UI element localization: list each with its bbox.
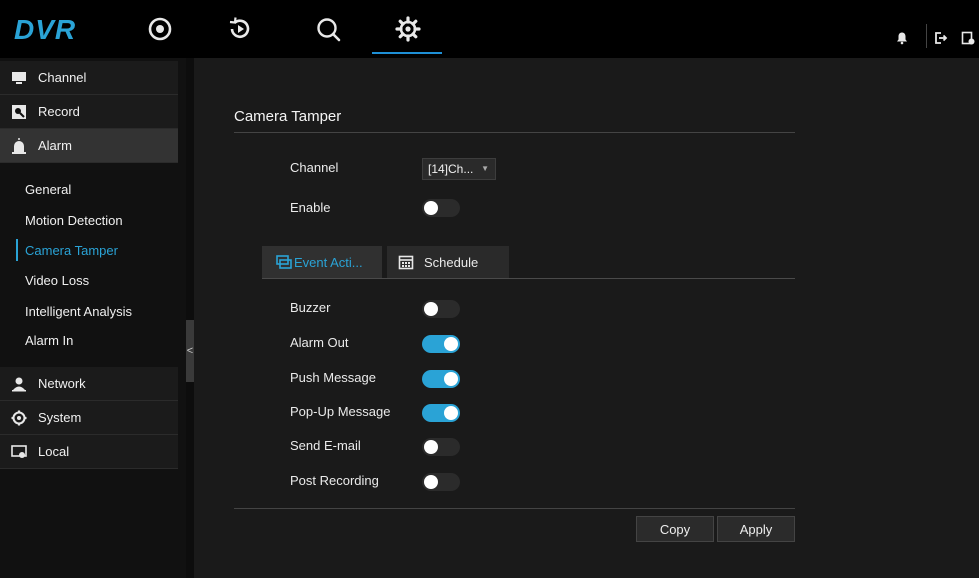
- enable-label: Enable: [290, 200, 331, 215]
- sidebar-item-local[interactable]: Local: [0, 435, 178, 469]
- settings-button[interactable]: [393, 14, 423, 44]
- alarm-icon: [11, 137, 27, 154]
- user-network-icon: [11, 376, 27, 392]
- send-email-label: Send E-mail: [290, 438, 361, 453]
- sidebar-item-network[interactable]: Network: [0, 367, 178, 401]
- record-icon: [11, 104, 27, 120]
- pop-up-message-label: Pop-Up Message: [290, 404, 391, 419]
- search-icon: [317, 18, 341, 42]
- app-logo: DVR: [14, 14, 77, 45]
- buzzer-toggle[interactable]: [422, 300, 460, 318]
- tab-divider: [262, 278, 795, 279]
- sidebar-subitem-video-loss[interactable]: Video Loss: [18, 269, 178, 291]
- chevron-down-icon: ▼: [481, 164, 489, 173]
- channel-label: Channel: [290, 160, 339, 175]
- active-tab-indicator: [372, 52, 442, 54]
- sidebar-item-label: System: [38, 410, 82, 425]
- top-bar: DVR: [0, 0, 979, 58]
- enable-toggle[interactable]: [422, 199, 460, 217]
- post-recording-toggle[interactable]: [422, 473, 460, 491]
- live-view-button[interactable]: [145, 14, 175, 44]
- copy-button[interactable]: Copy: [636, 516, 714, 542]
- target-icon: [148, 17, 172, 41]
- sidebar-item-label: Record: [38, 104, 80, 119]
- send-email-toggle[interactable]: [422, 438, 460, 456]
- sidebar: Channel Record Alarm General Motion Dete…: [0, 58, 186, 578]
- tab-label: Schedule: [424, 254, 479, 270]
- sidebar-subitem-label: Motion Detection: [25, 212, 123, 228]
- footer-divider: [234, 508, 795, 509]
- bell-icon: [897, 32, 907, 45]
- playback-icon: [229, 17, 250, 38]
- channel-select-value: [14]Ch...: [428, 162, 474, 176]
- logout-button[interactable]: [934, 31, 948, 45]
- tab-event-action[interactable]: Event Acti...: [262, 246, 382, 278]
- push-message-toggle[interactable]: [422, 370, 460, 388]
- event-action-icon: [276, 255, 292, 269]
- alarm-out-label: Alarm Out: [290, 335, 349, 350]
- main-panel: Camera Tamper Channel [14]Ch... ▼ Enable…: [194, 58, 979, 578]
- monitor-icon: [11, 70, 27, 86]
- sidebar-item-label: Network: [38, 376, 86, 391]
- sidebar-subitem-motion-detection[interactable]: Motion Detection: [18, 209, 178, 231]
- sidebar-subitem-alarm-in[interactable]: Alarm In: [18, 329, 178, 351]
- sidebar-item-label: Channel: [38, 70, 87, 85]
- sidebar-item-alarm[interactable]: Alarm: [0, 129, 178, 163]
- help-icon: [961, 31, 975, 45]
- title-divider: [234, 132, 795, 133]
- tab-schedule[interactable]: Schedule: [387, 246, 509, 278]
- page-title: Camera Tamper: [234, 108, 342, 125]
- playback-button[interactable]: [225, 14, 255, 44]
- gear-icon: [11, 410, 27, 426]
- local-icon: [11, 444, 27, 460]
- alarm-out-toggle[interactable]: [422, 335, 460, 353]
- sidebar-subitem-label: Video Loss: [25, 272, 90, 288]
- sidebar-item-record[interactable]: Record: [0, 95, 178, 129]
- sidebar-subitem-label: Intelligent Analysis: [25, 303, 132, 319]
- search-button[interactable]: [313, 14, 343, 44]
- sidebar-item-label: Local: [38, 444, 70, 459]
- sidebar-item-channel[interactable]: Channel: [0, 61, 178, 95]
- sidebar-subitem-intelligent-analysis[interactable]: Intelligent Analysis: [18, 300, 178, 322]
- sidebar-collapse-handle[interactable]: <: [186, 320, 194, 382]
- push-message-label: Push Message: [290, 370, 376, 385]
- sidebar-subitem-general[interactable]: General: [18, 178, 178, 200]
- apply-button[interactable]: Apply: [717, 516, 795, 542]
- sidebar-item-label: Alarm: [38, 138, 72, 153]
- pop-up-message-toggle[interactable]: [422, 404, 460, 422]
- channel-select[interactable]: [14]Ch... ▼: [422, 158, 496, 180]
- sidebar-subitem-label: Alarm In: [25, 332, 74, 348]
- sidebar-item-system[interactable]: System: [0, 401, 178, 435]
- help-button[interactable]: [961, 31, 975, 45]
- sidebar-subitem-label: Camera Tamper: [25, 242, 118, 258]
- topbar-separator: [926, 24, 927, 48]
- buzzer-label: Buzzer: [290, 300, 331, 315]
- tab-label: Event Acti...: [294, 254, 363, 270]
- logout-icon: [935, 32, 948, 44]
- gear-icon: [395, 16, 421, 42]
- sidebar-subitem-camera-tamper[interactable]: Camera Tamper: [16, 239, 178, 261]
- notification-button[interactable]: [895, 31, 909, 45]
- calendar-icon: [398, 255, 414, 270]
- sidebar-subitem-label: General: [25, 181, 72, 197]
- post-recording-label: Post Recording: [290, 473, 379, 488]
